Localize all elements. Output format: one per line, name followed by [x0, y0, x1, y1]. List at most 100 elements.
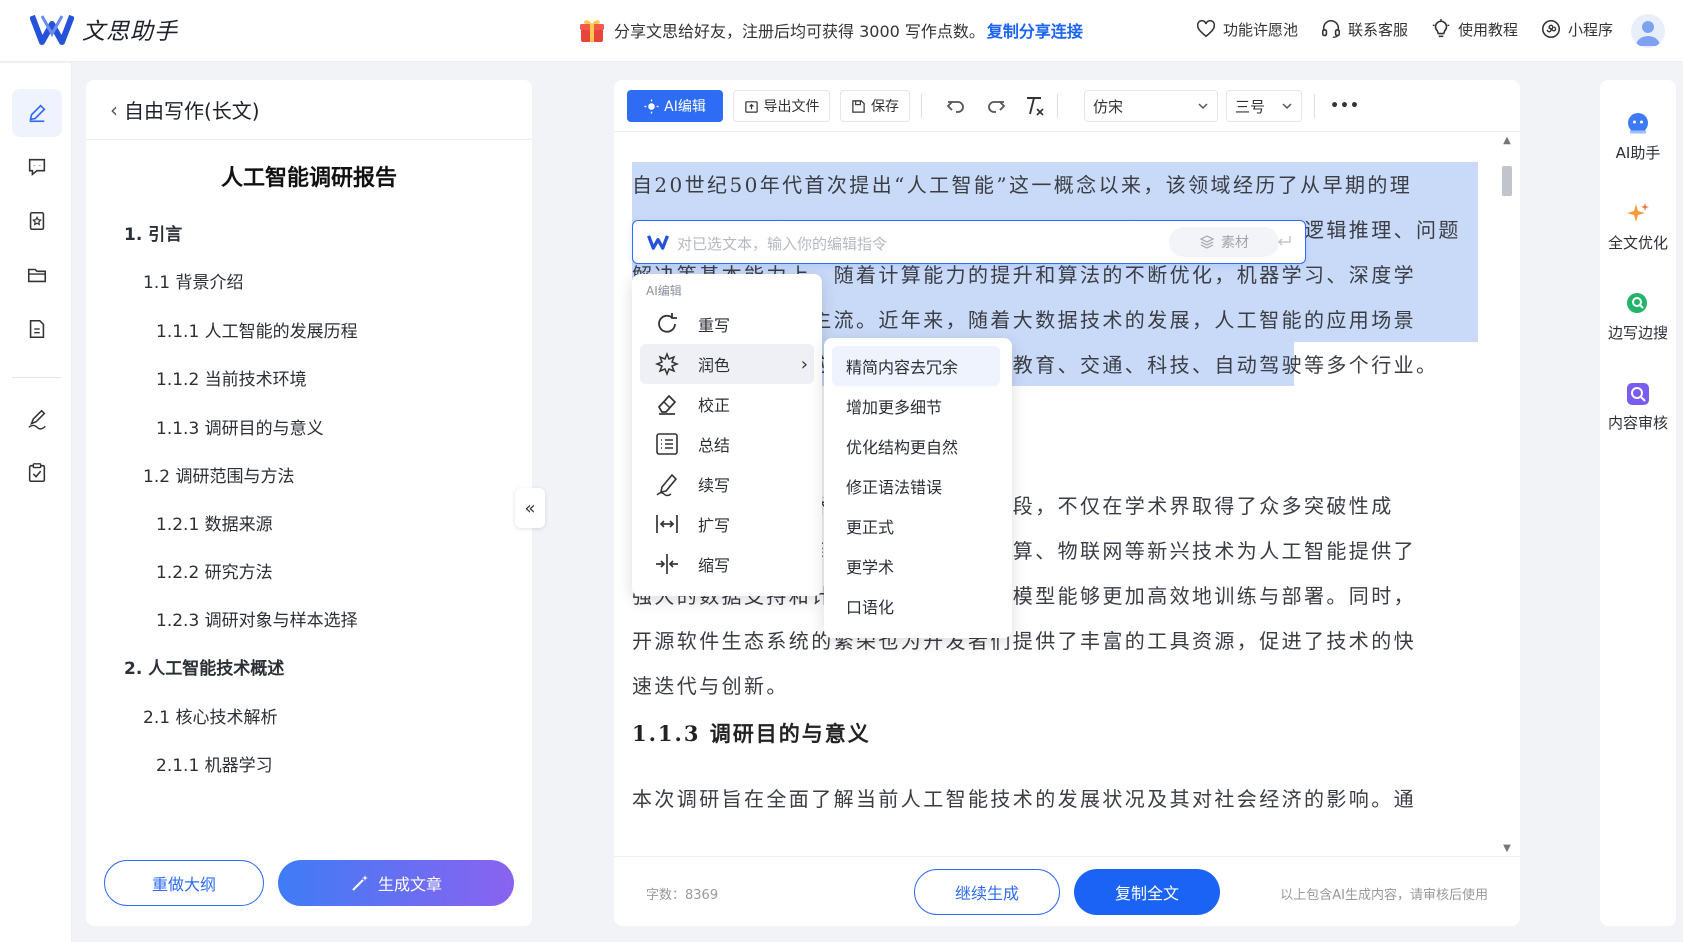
rail-divider [12, 377, 62, 378]
editor-toolbar: AI编辑 导出文件 保存 仿宋 三号 ••• [614, 80, 1520, 132]
toc-item[interactable]: 1.1.2 当前技术环境 [156, 365, 307, 390]
export-icon [744, 100, 758, 113]
content-review-button[interactable]: 内容审核 [1600, 380, 1676, 433]
save-icon [852, 99, 865, 113]
menu-item-expand[interactable]: 扩写 [640, 504, 814, 544]
layers-icon [1199, 235, 1215, 249]
menu-item-proofread[interactable]: 校正 [640, 384, 814, 424]
search-while-write-button[interactable]: 边写边搜 [1600, 290, 1676, 343]
material-button[interactable]: 素材 [1169, 227, 1279, 257]
toc-item[interactable]: 1.1.3 调研目的与意义 [156, 414, 324, 439]
font-size-select[interactable]: 三号 [1226, 90, 1302, 122]
submenu-item[interactable]: 更学术 [832, 546, 1000, 586]
section-heading[interactable]: 1.1.3 调研目的与意义 [632, 718, 871, 748]
wishlist-link[interactable]: 功能许愿池 [1195, 18, 1298, 40]
continue-write-icon [656, 473, 678, 497]
menu-item-continue[interactable]: 续写 [640, 464, 814, 504]
toc-item[interactable]: 2. 人工智能技术概述 [124, 654, 284, 679]
toc-item[interactable]: 1.2 调研范围与方法 [143, 462, 294, 487]
rail-tasks[interactable] [12, 449, 62, 497]
rail-sign[interactable] [12, 395, 62, 443]
clipboard-check-icon [28, 463, 46, 483]
customer-service-link[interactable]: 联系客服 [1320, 18, 1408, 40]
undo-icon[interactable] [944, 94, 968, 118]
app-logo[interactable]: 文思助手 [30, 12, 178, 46]
submenu-item[interactable]: 精简内容去冗余 [832, 346, 1000, 386]
magic-wand-icon [352, 875, 368, 891]
clear-format-icon[interactable] [1022, 94, 1046, 118]
toolbar-divider [1057, 94, 1058, 118]
wensi-logo-icon [647, 235, 669, 250]
submenu-item[interactable]: 修正语法错误 [832, 466, 1000, 506]
more-options-button[interactable]: ••• [1330, 90, 1360, 122]
mini-program-link[interactable]: 小程序 [1540, 18, 1613, 40]
scroll-up-icon[interactable]: ▲ [1502, 136, 1512, 146]
rail-favorites[interactable] [12, 197, 62, 245]
word-count: 字数：8369 [646, 888, 719, 903]
paragraph[interactable]: 本次调研旨在全面了解当前人工智能技术的发展状况及其对社会经济的影响。通 [632, 777, 1478, 822]
document-title[interactable]: 人工智能调研报告 [86, 160, 532, 192]
submenu-item[interactable]: 增加更多细节 [832, 386, 1000, 426]
back-chevron-icon[interactable]: ‹ [110, 98, 118, 122]
copy-share-link[interactable]: 复制分享连接 [987, 18, 1083, 42]
scroll-thumb[interactable] [1502, 166, 1512, 196]
toc-item[interactable]: 2.1.1 机器学习 [156, 751, 273, 776]
submenu-item[interactable]: 更正式 [832, 506, 1000, 546]
list-icon [656, 433, 678, 455]
toc-item[interactable]: 1.2.3 调研对象与样本选择 [156, 606, 358, 631]
toc-item[interactable]: 1.2.2 研究方法 [156, 558, 273, 583]
tutorial-link[interactable]: 使用教程 [1430, 18, 1518, 40]
toc-item[interactable]: 1.1.1 人工智能的发展历程 [156, 317, 358, 342]
rail-chat[interactable] [12, 143, 62, 191]
heart-icon [1196, 19, 1216, 38]
review-icon [1627, 383, 1649, 405]
outline-header[interactable]: ‹ 自由写作(长文) [86, 80, 532, 140]
scroll-down-icon[interactable]: ▼ [1502, 844, 1512, 854]
redo-icon[interactable] [984, 94, 1008, 118]
pen-icon [29, 104, 46, 123]
bulb-spark-icon [644, 98, 659, 114]
rewrite-icon [658, 313, 677, 333]
ai-edit-button[interactable]: AI编辑 [627, 90, 723, 122]
menu-item-shrink[interactable]: 缩写 [640, 544, 814, 584]
menu-caption: AI编辑 [646, 284, 682, 298]
toc-item[interactable]: 1. 引言 [124, 220, 182, 245]
export-file-button[interactable]: 导出文件 [733, 90, 830, 122]
outline-panel: ‹ 自由写作(长文) 人工智能调研报告 1. 引言 1.1 背景介绍 1.1.1… [86, 80, 532, 926]
right-tool-rail: AI助手 全文优化 边写边搜 内容审核 [1600, 80, 1676, 926]
enter-icon[interactable] [1275, 232, 1293, 250]
toc-item[interactable]: 1.2.1 数据来源 [156, 510, 273, 535]
font-family-select[interactable]: 仿宋 [1084, 90, 1218, 122]
menu-item-summarize[interactable]: 总结 [640, 424, 814, 464]
menu-item-rewrite[interactable]: 重写 [640, 304, 814, 344]
logo-icon [30, 14, 74, 45]
menu-item-polish[interactable]: 润色 › [640, 344, 814, 384]
toolbar-divider [921, 94, 922, 118]
user-avatar[interactable] [1631, 14, 1665, 48]
editor-scrollbar[interactable]: ▲ ▼ [1500, 136, 1514, 854]
collapse-outline-button[interactable]: « [515, 488, 545, 528]
toc-item[interactable]: 2.1 核心技术解析 [143, 703, 277, 728]
signature-icon [28, 409, 46, 430]
ai-assistant-button[interactable]: AI助手 [1600, 110, 1676, 163]
rail-documents[interactable] [12, 305, 62, 353]
redo-outline-button[interactable]: 重做大纲 [104, 860, 264, 906]
rail-files[interactable] [12, 251, 62, 299]
ai-assistant-icon [1628, 113, 1648, 134]
continue-generate-button[interactable]: 继续生成 [914, 869, 1060, 915]
rail-write[interactable] [12, 89, 62, 137]
shrink-icon [656, 554, 678, 574]
save-button[interactable]: 保存 [840, 90, 910, 122]
document-icon [29, 319, 45, 339]
toc-item[interactable]: 1.1 背景介绍 [143, 268, 243, 293]
submenu-item[interactable]: 口语化 [832, 586, 1000, 626]
eraser-icon [657, 394, 677, 415]
generate-article-button[interactable]: 生成文章 [278, 860, 514, 906]
submenu-item[interactable]: 优化结构更自然 [832, 426, 1000, 466]
miniprogram-icon [1541, 19, 1561, 39]
full-text-optimize-button[interactable]: 全文优化 [1600, 200, 1676, 253]
promo-banner: 分享文思给好友，注册后均可获得 3000 写作点数。 复制分享连接 [578, 16, 1083, 44]
ai-edit-instruction-input[interactable]: 对已选文本，输入你的编辑指令 素材 [632, 220, 1306, 264]
editor-footer: 字数：8369 继续生成 复制全文 以上包含AI生成内容，请审核后使用 [614, 856, 1520, 926]
copy-all-button[interactable]: 复制全文 [1074, 869, 1220, 915]
